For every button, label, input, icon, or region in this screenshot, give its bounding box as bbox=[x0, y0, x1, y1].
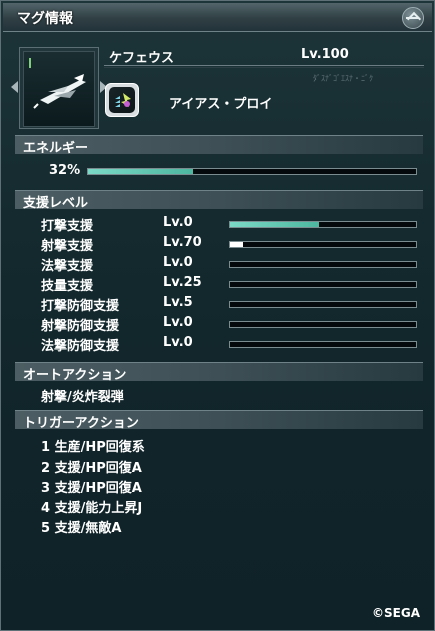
mag-name: ケフェウス bbox=[109, 51, 175, 66]
support-bar bbox=[229, 341, 417, 348]
copyright: ©SEGA bbox=[372, 606, 420, 620]
support-bar-fill bbox=[230, 242, 244, 247]
window-title: マグ情報 bbox=[17, 11, 73, 27]
support-name: 法撃支援 bbox=[41, 259, 94, 274]
support-bar bbox=[229, 221, 417, 228]
energy-bar bbox=[87, 168, 417, 175]
support-bar bbox=[229, 281, 417, 288]
support-level: Lv.25 bbox=[163, 275, 202, 290]
mag-info-window: マグ情報 ケフェウス Lv.100 ﾀﾞｽﾅﾞｺﾞｴｽﾅ・ﾆﾞｸ アイアス・プロ… bbox=[0, 0, 435, 631]
support-name: 射撃支援 bbox=[41, 239, 94, 254]
mag-portrait-frame bbox=[23, 51, 95, 127]
mag-level: Lv.100 bbox=[301, 47, 349, 62]
trigger-action-item: 5 支援/無敵A bbox=[41, 521, 122, 536]
divider bbox=[104, 67, 424, 68]
support-bar-fill bbox=[230, 222, 320, 227]
title-bar[interactable]: マグ情報 bbox=[3, 3, 432, 32]
trigger-action-item: 4 支援/能力上昇J bbox=[41, 501, 143, 516]
support-level: Lv.0 bbox=[163, 255, 193, 270]
support-name: 打撃支援 bbox=[41, 219, 94, 234]
energy-percent: 32% bbox=[49, 163, 81, 178]
support-name: 射撃防御支援 bbox=[41, 319, 120, 334]
support-bar bbox=[229, 321, 417, 328]
trigger-action-item: 3 支援/HP回復A bbox=[41, 481, 142, 496]
energy-header: エネルギー bbox=[15, 135, 423, 156]
arrow-left-icon bbox=[11, 81, 18, 93]
support-bar bbox=[229, 301, 417, 308]
trigger-action-item: 2 支援/HP回復A bbox=[41, 461, 142, 476]
support-level: Lv.0 bbox=[163, 335, 193, 350]
support-level: Lv.70 bbox=[163, 235, 202, 250]
support-name: 技量支援 bbox=[41, 279, 94, 294]
auto-action-label: オートアクション bbox=[23, 368, 127, 383]
support-name: 法撃防御支援 bbox=[41, 339, 120, 354]
support-level-header: 支援レベル bbox=[15, 190, 423, 211]
divider bbox=[104, 65, 424, 66]
trigger-action-item: 1 生産/HP回復系 bbox=[41, 440, 145, 455]
support-bar bbox=[229, 261, 417, 268]
photon-blast-icon bbox=[105, 83, 139, 117]
close-icon[interactable] bbox=[402, 7, 424, 29]
support-level: Lv.5 bbox=[163, 295, 193, 310]
support-bar bbox=[229, 241, 417, 248]
trigger-action-header: トリガーアクション bbox=[15, 410, 423, 431]
support-level: Lv.0 bbox=[163, 215, 193, 230]
energy-label: エネルギー bbox=[23, 141, 89, 156]
photon-blast-name: アイアス・プロイ bbox=[169, 97, 273, 112]
auto-action-item: 射撃/炎炸裂弾 bbox=[41, 390, 124, 405]
support-level: Lv.0 bbox=[163, 315, 193, 330]
mag-portrait bbox=[11, 47, 107, 129]
energy-bar-fill bbox=[88, 169, 193, 174]
support-level-label: 支援レベル bbox=[23, 196, 89, 211]
auto-action-header: オートアクション bbox=[15, 362, 423, 383]
mag-icon bbox=[29, 58, 86, 109]
trigger-action-label: トリガーアクション bbox=[23, 416, 139, 431]
glyph-text: ﾀﾞｽﾅﾞｺﾞｴｽﾅ・ﾆﾞｸ bbox=[313, 74, 373, 83]
support-name: 打撃防御支援 bbox=[41, 299, 120, 314]
